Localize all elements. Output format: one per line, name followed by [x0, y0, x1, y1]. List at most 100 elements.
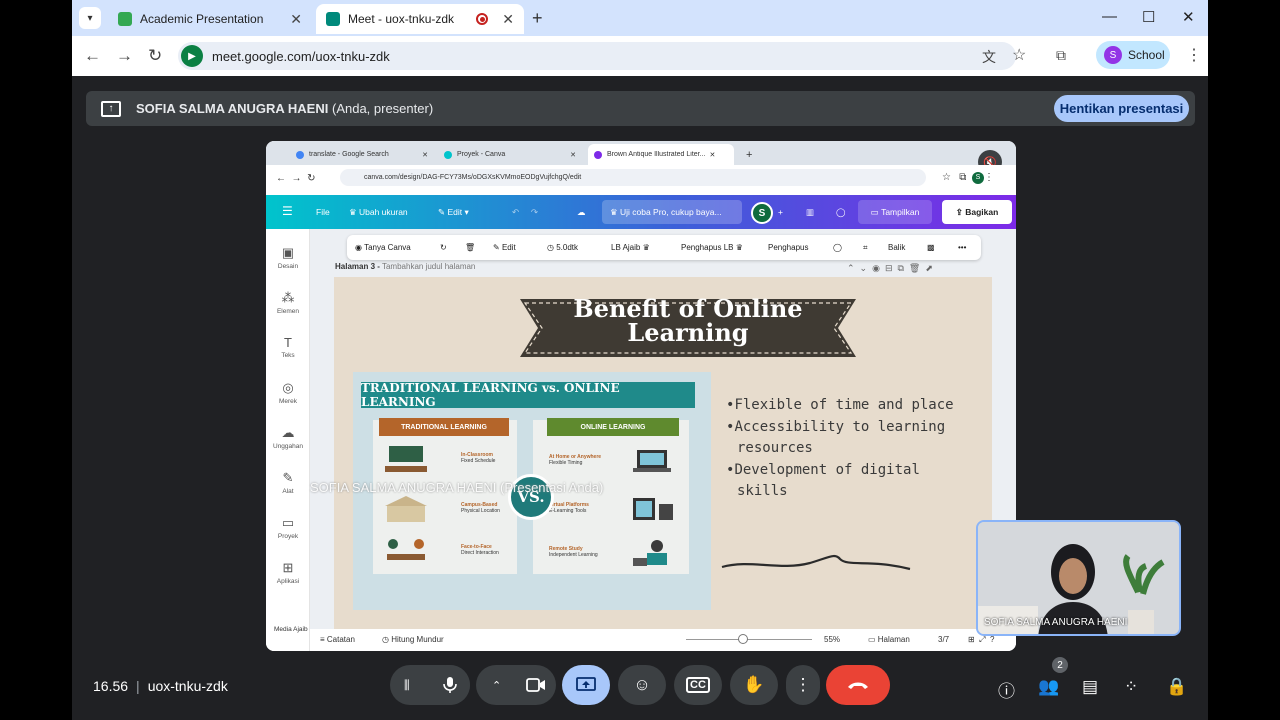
- activities-icon[interactable]: ⁘: [1124, 677, 1138, 697]
- close-icon[interactable]: ✕: [290, 11, 302, 28]
- eraser: Penghapus: [768, 243, 809, 252]
- laptop-home-illustration: [633, 450, 671, 472]
- profile-button[interactable]: S School: [1096, 41, 1170, 69]
- canva-avatar: S: [751, 202, 773, 224]
- campus-illustration: [385, 496, 427, 522]
- edit-image: ✎ Edit: [493, 243, 516, 252]
- bookmark-star-icon[interactable]: ☆: [1012, 45, 1026, 65]
- extensions-icon[interactable]: ⧉: [1056, 47, 1066, 64]
- people-icon[interactable]: 👥: [1038, 677, 1059, 697]
- magic-bg: LB Ajaib ♛: [611, 243, 650, 252]
- zoom-slider: [686, 639, 812, 640]
- close-icon[interactable]: ✕: [502, 11, 514, 28]
- chevron-up-icon[interactable]: ⌃: [492, 679, 501, 692]
- minimize-icon[interactable]: —: [1102, 8, 1117, 25]
- address-bar[interactable]: ▶ meet.google.com/uox-tnku-zdk: [178, 42, 1016, 70]
- page-count: 3/7: [938, 635, 950, 644]
- host-controls-icon[interactable]: 🔒: [1166, 677, 1187, 697]
- sidebar-item-text: T Teks: [281, 335, 295, 359]
- share-button: ⇪ Bagikan: [942, 200, 1012, 224]
- present-now-button[interactable]: [562, 665, 610, 705]
- meet-controls-bar: 16.56 | uox-tnku-zdk ⫼ ⌃ ☺ CC ✋ ⋮ ⓘ 👥 2 ▤ …: [72, 655, 1208, 720]
- presenting-banner: ↑ SOFIA SALMA ANUGRA HAENI (Anda, presen…: [86, 91, 1195, 126]
- meet-site-icon: ▶: [181, 45, 203, 67]
- timer: ◷ Hitung Mundur: [382, 635, 444, 644]
- camera-icon[interactable]: [516, 665, 556, 705]
- translate-icon[interactable]: 文: [982, 47, 996, 67]
- microphone-icon[interactable]: [430, 665, 470, 705]
- file-menu: File: [316, 207, 330, 217]
- traditional-panel: TRADITIONAL LEARNING In-Classroom Fixed S…: [373, 418, 517, 574]
- reload-icon[interactable]: ↻: [148, 46, 162, 66]
- browser-tab-meet[interactable]: Meet - uox-tnku-zdk ✕: [316, 4, 524, 34]
- hand-icon: ✋: [743, 675, 765, 694]
- online-panel: ONLINE LEARNING At Home or Anywhere Flexi…: [533, 418, 689, 574]
- more-options-button[interactable]: ⋮: [786, 665, 820, 705]
- stop-presenting-button[interactable]: Hentikan presentasi: [1054, 95, 1189, 122]
- benefit-list: •Flexible of time and place •Accessibili…: [726, 395, 956, 503]
- clock: 16.56: [93, 678, 129, 694]
- self-name-label: SOFIA SALMA ANUGRA HAENI: [984, 617, 1128, 628]
- grid-view-icon: ⊞ ⤢ ?: [968, 635, 995, 644]
- infographic-banner: TRADITIONAL LEARNING vs. ONLINE LEARNING: [361, 381, 695, 409]
- end-call-icon: [848, 682, 868, 689]
- participants-badge: 2: [1052, 657, 1068, 673]
- online-header: ONLINE LEARNING: [547, 418, 679, 436]
- element-toolbar: ◉ Tanya Canva ↻ 🗑 ✎ Edit ◷ 5.0dtk LB Aja…: [347, 235, 981, 260]
- pro-trial-button: ♛ Uji coba Pro, cukup baya...: [602, 200, 742, 224]
- self-video-tile[interactable]: SOFIA SALMA ANUGRA HAENI: [976, 520, 1181, 636]
- tab-search-button[interactable]: ▾: [79, 7, 101, 29]
- transparency-icon: ▩: [927, 243, 935, 252]
- shared-screen: translate - Google Search ✕ Proyek - Canv…: [266, 141, 1016, 651]
- notes: ≡ Catatan: [320, 635, 355, 644]
- slide-title: Benefit of Online Learning: [573, 294, 803, 347]
- leave-call-button[interactable]: [826, 665, 890, 705]
- list-item: •Accessibility to learning resources: [726, 418, 946, 457]
- reactions-button[interactable]: ☺: [618, 665, 666, 705]
- new-tab-icon[interactable]: +: [532, 8, 543, 29]
- chat-icon[interactable]: ▤: [1082, 677, 1098, 697]
- devices-illustration: [633, 498, 673, 520]
- bg-remover: Penghapus LB ♛: [681, 243, 743, 252]
- list-item: •Development of digital skills: [726, 461, 920, 500]
- sidebar-item-uploads: ☁ Unggahan: [273, 425, 303, 450]
- more-vert-icon: ⋮: [794, 675, 812, 694]
- meet-window: ▾ Academic Presentation ✕ Meet - uox-tnk…: [72, 0, 1208, 720]
- shared-tab-design: Brown Antique Illustrated Liter... ✕: [588, 144, 734, 165]
- sidebar-item-projects: ▭ Proyek: [277, 515, 299, 540]
- banner-title: SOFIA SALMA ANUGRA HAENI (Anda, presente…: [136, 101, 434, 116]
- browser-tab-academic[interactable]: Academic Presentation ✕: [108, 4, 312, 34]
- shield-favicon-icon: [118, 12, 132, 26]
- captions-icon: CC: [686, 677, 710, 693]
- browser-menu-icon[interactable]: ⋮: [1186, 45, 1202, 65]
- cloud-save-icon: ☁: [577, 207, 586, 217]
- microphone-group: ⫼: [390, 665, 470, 705]
- captions-button[interactable]: CC: [674, 665, 722, 705]
- meeting-info: 16.56 | uox-tnku-zdk: [93, 678, 228, 694]
- raise-hand-button[interactable]: ✋: [730, 665, 778, 705]
- slide-canvas: Benefit of Online Learning TRADITIONAL L…: [334, 277, 992, 651]
- undo-icon: ↶ ↷: [512, 207, 539, 217]
- meeting-details-icon[interactable]: ⓘ: [998, 677, 1015, 702]
- audio-settings-icon[interactable]: ⫼: [404, 678, 410, 693]
- replace-icon: ↻: [440, 243, 447, 252]
- url-text: meet.google.com/uox-tnku-zdk: [212, 48, 390, 64]
- shared-new-tab-icon: +: [746, 148, 753, 161]
- meeting-code: uox-tnku-zdk: [147, 678, 228, 694]
- shared-tab-translate: translate - Google Search ✕: [290, 144, 434, 165]
- maximize-icon[interactable]: ☐: [1142, 8, 1155, 26]
- present-button: ▭ Tampilkan: [858, 200, 932, 224]
- page-header: Halaman 3 - Tambahkan judul halaman: [335, 262, 476, 271]
- resize-menu: ♛ Ubah ukuran: [349, 207, 408, 217]
- color-swatch: ◯: [833, 243, 842, 252]
- window-close-icon[interactable]: ✕: [1182, 8, 1195, 26]
- face-to-face-illustration: [387, 539, 425, 560]
- magic-media-label: Media Ajaib: [274, 626, 308, 633]
- forward-icon[interactable]: →: [116, 46, 133, 66]
- back-icon[interactable]: ←: [84, 46, 101, 66]
- sidebar-item-apps: ⊞ Aplikasi: [276, 560, 300, 585]
- insights-icon: ▥: [806, 207, 815, 217]
- remote-study-illustration: [633, 540, 667, 566]
- emoji-icon: ☺: [633, 675, 651, 694]
- list-item: •Flexible of time and place: [726, 397, 954, 413]
